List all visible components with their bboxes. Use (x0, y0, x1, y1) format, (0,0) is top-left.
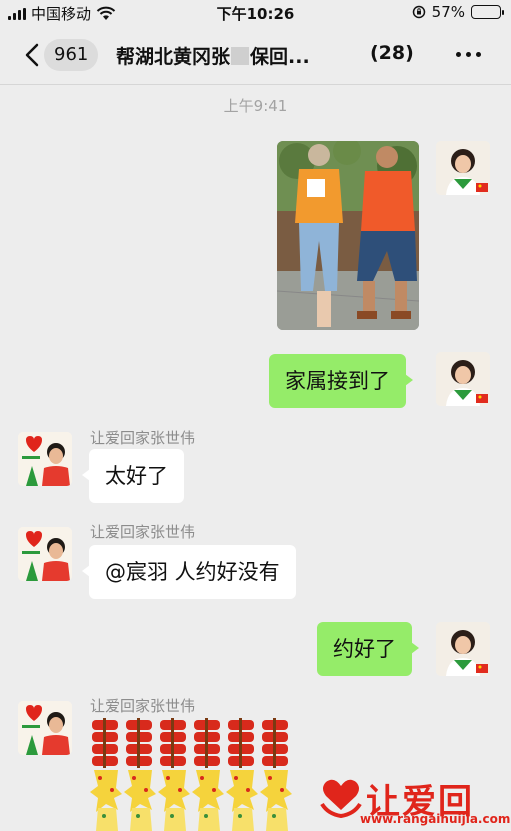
watermark-logo: 让爱回家 www.rangaihuijia.com (318, 772, 511, 828)
unread-count-badge[interactable]: 961 (44, 39, 99, 71)
chat-title-suffix: 保回... (250, 46, 310, 68)
redacted-mask (231, 47, 250, 65)
chat-bubble-sent[interactable]: 家属接到了 (269, 354, 413, 408)
firecracker-sticker[interactable] (88, 718, 292, 831)
status-bar: 中国移动 下午10:26 57% (0, 0, 511, 26)
sender-avatar[interactable] (18, 701, 72, 755)
sender-avatar[interactable] (18, 432, 72, 486)
watermark-url: www.rangaihuijia.com (360, 812, 511, 826)
more-options-icon[interactable] (456, 52, 481, 57)
header-divider (0, 84, 511, 85)
battery-percent: 57% (431, 3, 465, 21)
chat-bubble-received[interactable]: @宸羽 人约好没有 (82, 545, 296, 599)
sender-name: 让爱回家张世伟 (90, 523, 196, 541)
self-avatar[interactable] (436, 622, 490, 676)
self-avatar[interactable] (436, 352, 490, 406)
sender-avatar[interactable] (18, 527, 72, 581)
chat-title[interactable]: 帮湖北黄冈张 保回... (116, 42, 310, 69)
chat-bubble-received[interactable]: 太好了 (82, 449, 184, 503)
photo-message[interactable] (277, 141, 419, 330)
rotation-lock-icon (412, 5, 425, 19)
sender-name: 让爱回家张世伟 (90, 429, 196, 447)
battery-icon (471, 5, 504, 19)
sender-name: 让爱回家张世伟 (90, 697, 196, 715)
message-timestamp: 上午9:41 (223, 97, 288, 115)
chat-header: 961 帮湖北黄冈张 保回... (28) (0, 28, 511, 82)
self-avatar[interactable] (436, 141, 490, 195)
chat-title-prefix: 帮湖北黄冈张 (116, 46, 231, 68)
chat-bubble-sent[interactable]: 约好了 (317, 622, 419, 676)
member-count: (28) (370, 42, 414, 64)
heart-hands-icon (320, 779, 362, 819)
